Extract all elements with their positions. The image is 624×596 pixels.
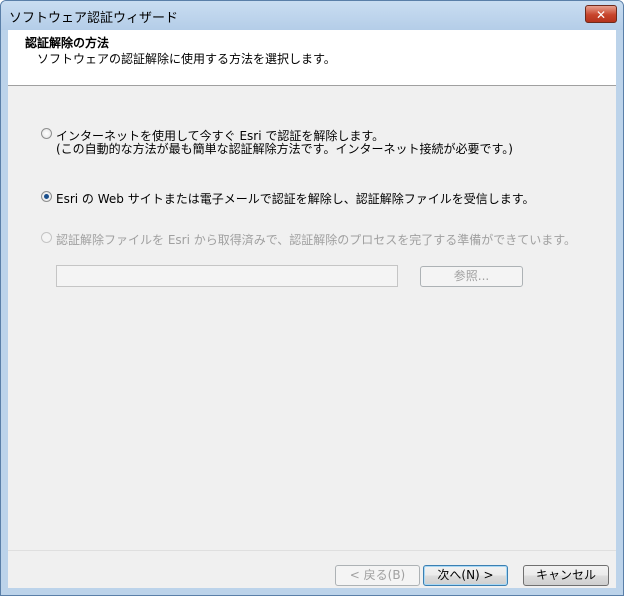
cancel-button[interactable]: キャンセル xyxy=(523,565,609,586)
option-online-note: (この自動的な方法が最も簡単な認証解除方法です。インターネット接続が必要です。) xyxy=(56,142,513,156)
wizard-header: 認証解除の方法 ソフトウェアの認証解除に使用する方法を選択します。 xyxy=(8,30,616,86)
window-title: ソフトウェア認証ウィザード xyxy=(9,11,179,26)
wizard-body: 認証解除の方法 ソフトウェアの認証解除に使用する方法を選択します。 インターネッ… xyxy=(8,30,616,588)
page-subtitle: ソフトウェアの認証解除に使用する方法を選択します。 xyxy=(37,52,336,66)
next-button[interactable]: 次へ(N) > xyxy=(423,565,508,586)
close-icon: ✕ xyxy=(595,8,607,22)
file-path-field xyxy=(56,265,398,287)
back-button: < 戻る(B) xyxy=(335,565,420,586)
footer-divider xyxy=(8,550,616,551)
browse-button: 参照... xyxy=(420,266,523,287)
close-button[interactable]: ✕ xyxy=(585,5,617,23)
radio-online[interactable] xyxy=(41,128,52,139)
page-title: 認証解除の方法 xyxy=(25,36,110,50)
title-bar: ソフトウェア認証ウィザード ✕ xyxy=(1,1,623,30)
option-web-email-label: Esri の Web サイトまたは電子メールで認証を解除し、認証解除ファイルを受… xyxy=(56,192,535,206)
option-have-file-label: 認証解除ファイルを Esri から取得済みで、認証解除のプロセスを完了する準備が… xyxy=(56,233,577,247)
radio-have-file xyxy=(41,232,52,243)
radio-web-email[interactable] xyxy=(41,191,52,202)
wizard-window: ソフトウェア認証ウィザード ✕ 認証解除の方法 ソフトウェアの認証解除に使用する… xyxy=(0,0,624,596)
